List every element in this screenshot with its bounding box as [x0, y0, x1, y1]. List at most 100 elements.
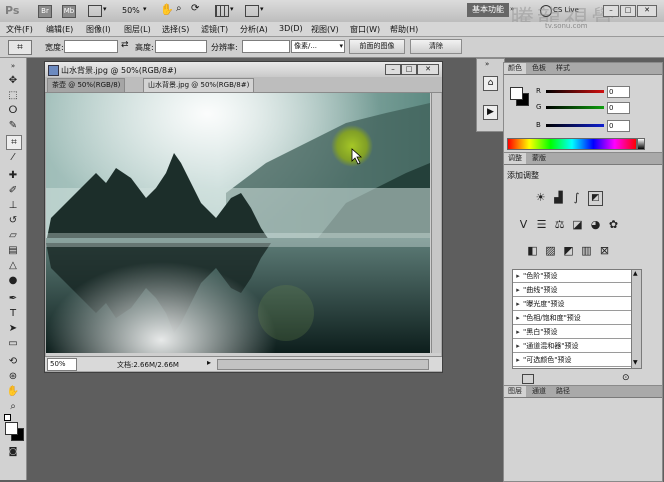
quick-mask-icon[interactable]: ◙: [6, 446, 20, 459]
bridge-icon[interactable]: Br: [38, 5, 52, 18]
menu-layer[interactable]: 图层(L): [124, 24, 151, 35]
list-item[interactable]: ▸ "可选颜色"预设: [513, 354, 631, 367]
list-item[interactable]: ▸ "曲线"预设: [513, 284, 631, 297]
minimize-button[interactable]: –: [603, 5, 619, 17]
slider-r[interactable]: [546, 90, 604, 93]
tab-landscape[interactable]: 山水背景.jpg @ 50%(RGB/8#): [143, 78, 255, 92]
menu-3d[interactable]: 3D(D): [279, 24, 303, 33]
threshold-icon[interactable]: ◩: [562, 244, 575, 257]
zoom-level[interactable]: 50%: [122, 6, 140, 15]
levels-icon[interactable]: ▟: [552, 191, 565, 204]
crop-tool-icon[interactable]: ⌗: [6, 135, 22, 150]
lasso-tool-icon[interactable]: ⵔ: [6, 104, 20, 117]
blur-tool-icon[interactable]: △: [6, 259, 20, 272]
preset-list-scrollbar[interactable]: ▲ ▼: [631, 269, 642, 369]
pen-tool-icon[interactable]: ✒: [6, 292, 20, 305]
history-panel-icon[interactable]: ⌂: [483, 76, 498, 91]
channel-mixer-icon[interactable]: ✿: [607, 218, 620, 231]
quick-select-tool-icon[interactable]: ✎: [6, 119, 20, 132]
zoom-tool-icon[interactable]: ⌕: [176, 3, 182, 14]
dodge-tool-icon[interactable]: ●: [6, 274, 20, 287]
shape-tool-icon[interactable]: ▭: [6, 337, 20, 350]
hand-tool-icon[interactable]: ✋: [6, 385, 20, 398]
clear-button[interactable]: 清除: [410, 39, 462, 54]
list-item[interactable]: ▸ "黑白"预设: [513, 326, 631, 339]
3d-rotate-tool-icon[interactable]: ⟲: [6, 355, 20, 368]
tab-masks[interactable]: 蒙版: [528, 153, 550, 164]
slider-g[interactable]: [546, 106, 604, 109]
clone-stamp-tool-icon[interactable]: ⊥: [6, 199, 20, 212]
image-canvas[interactable]: [46, 93, 430, 353]
extras-icon[interactable]: [215, 5, 229, 17]
adjust-options-icon[interactable]: ⊙: [622, 373, 630, 383]
list-item[interactable]: ▸ "色相/饱和度"预设: [513, 312, 631, 325]
vibrance-icon[interactable]: V: [517, 218, 530, 231]
gradient-tool-icon[interactable]: ▤: [6, 244, 20, 257]
menu-help[interactable]: 帮助(H): [390, 24, 418, 35]
scroll-down-icon[interactable]: ▼: [633, 359, 638, 366]
front-image-button[interactable]: 前面的图像: [349, 39, 405, 54]
color-balance-icon[interactable]: ⚖: [553, 218, 566, 231]
tab-layers[interactable]: 图层: [504, 386, 526, 397]
menu-window[interactable]: 窗口(W): [350, 24, 380, 35]
ramp-white-black[interactable]: [637, 138, 645, 150]
eraser-tool-icon[interactable]: ▱: [6, 229, 20, 242]
curves-icon[interactable]: ∫: [570, 191, 583, 204]
list-item[interactable]: ▸ "通道混和器"预设: [513, 340, 631, 353]
photo-filter-icon[interactable]: ◕: [589, 218, 602, 231]
marquee-tool-icon[interactable]: ⬚: [6, 89, 20, 102]
arrange-docs-icon[interactable]: [88, 5, 102, 17]
list-item[interactable]: ▸ "色阶"预设: [513, 270, 631, 283]
hue-saturation-icon[interactable]: ☰: [535, 218, 548, 231]
document-titlebar[interactable]: 山水背景.jpg @ 50%(RGB/8#) – □ ✕: [45, 62, 442, 78]
zoom-field[interactable]: 50%: [47, 358, 77, 371]
default-colors-icon[interactable]: [4, 414, 11, 421]
slider-b[interactable]: [546, 124, 604, 127]
menu-filter[interactable]: 滤镜(T): [201, 24, 228, 35]
tab-styles[interactable]: 样式: [552, 63, 574, 74]
tab-paths[interactable]: 路径: [552, 386, 574, 397]
invert-icon[interactable]: ◧: [526, 244, 539, 257]
healing-brush-tool-icon[interactable]: ✚: [6, 169, 20, 182]
chevron-down-icon[interactable]: ▾: [143, 5, 147, 13]
brush-tool-icon[interactable]: ✐: [6, 184, 20, 197]
fg-color-swatch[interactable]: [510, 87, 523, 100]
actions-panel-icon[interactable]: ▶: [483, 105, 498, 120]
menu-edit[interactable]: 编辑(E): [46, 24, 73, 35]
hand-tool-icon[interactable]: ✋: [160, 3, 174, 16]
brightness-icon[interactable]: ☀: [534, 191, 547, 204]
screen-mode-icon[interactable]: [245, 5, 259, 17]
chevron-down-icon[interactable]: ▾: [103, 5, 107, 13]
tab-color[interactable]: 颜色: [504, 63, 526, 74]
eyedropper-tool-icon[interactable]: ⁄: [6, 151, 20, 164]
swap-icon[interactable]: ⇄: [121, 40, 129, 50]
selective-color-icon[interactable]: ⊠: [598, 244, 611, 257]
path-select-tool-icon[interactable]: ➤: [6, 322, 20, 335]
spectrum-ramp[interactable]: [507, 138, 637, 150]
zoom-tool-icon[interactable]: ⌕: [6, 400, 20, 413]
horizontal-scrollbar[interactable]: [217, 359, 429, 370]
value-b[interactable]: 0: [607, 120, 630, 132]
doc-maximize-button[interactable]: □: [401, 64, 417, 75]
posterize-icon[interactable]: ▨: [544, 244, 557, 257]
minibridge-icon[interactable]: Mb: [62, 5, 76, 18]
menu-analysis[interactable]: 分析(A): [240, 24, 268, 35]
status-arrow-icon[interactable]: ▸: [207, 358, 211, 367]
scroll-up-icon[interactable]: ▲: [633, 270, 638, 277]
move-tool-icon[interactable]: ✥: [6, 74, 20, 87]
width-input[interactable]: [64, 40, 118, 53]
unit-select[interactable]: 像素/... ▾: [291, 40, 345, 53]
value-g[interactable]: 0: [607, 102, 630, 114]
collapse-arrows-icon[interactable]: »: [6, 60, 20, 73]
tab-channels[interactable]: 通道: [528, 386, 550, 397]
clip-to-layer-icon[interactable]: [522, 374, 534, 384]
rotate-view-icon[interactable]: ⟳: [191, 3, 199, 14]
chevron-down-icon[interactable]: ▾: [230, 5, 234, 13]
foreground-color-swatch[interactable]: [5, 422, 18, 435]
doc-close-button[interactable]: ✕: [417, 64, 439, 75]
height-input[interactable]: [155, 40, 207, 53]
3d-orbit-tool-icon[interactable]: ⊛: [6, 370, 20, 383]
close-button[interactable]: ✕: [637, 5, 657, 17]
resolution-input[interactable]: [242, 40, 290, 53]
tab-teapot[interactable]: 茶壶 @ 50%(RGB/8): [47, 78, 126, 92]
